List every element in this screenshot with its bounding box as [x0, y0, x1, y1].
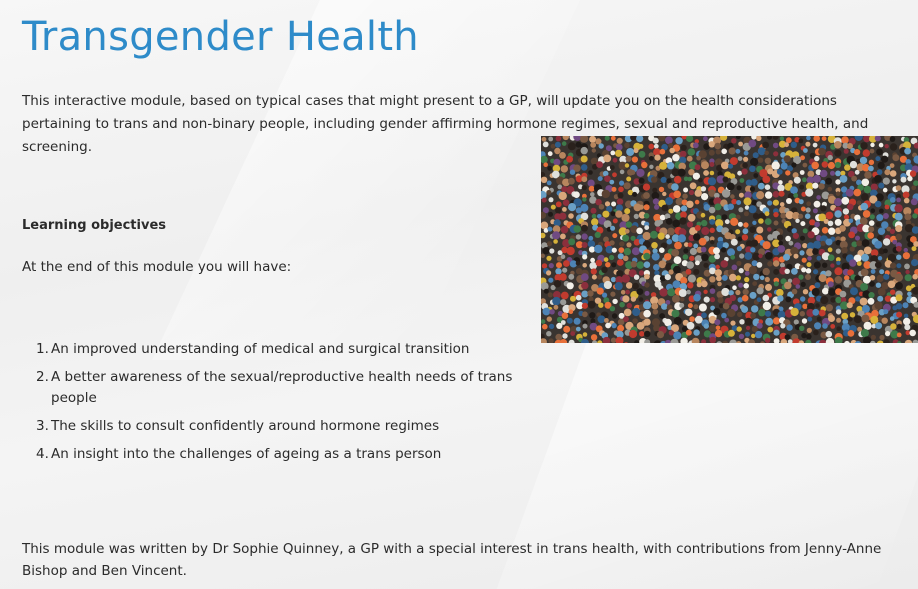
- learning-objectives-intro: At the end of this module you will have:: [22, 259, 292, 275]
- learning-objectives-heading: Learning objectives: [22, 218, 166, 233]
- objective-text: An insight into the challenges of ageing…: [51, 446, 442, 462]
- objective-item: 1. An improved understanding of medical …: [36, 339, 516, 360]
- module-content: Transgender Health This interactive modu…: [0, 0, 918, 589]
- objective-text: An improved understanding of medical and…: [51, 341, 470, 357]
- objective-number: 3.: [36, 418, 49, 434]
- objective-item: 4. An insight into the challenges of age…: [36, 444, 516, 465]
- learning-objectives-list: 1. An improved understanding of medical …: [36, 339, 516, 472]
- objective-number: 1.: [36, 341, 49, 357]
- objective-number: 4.: [36, 446, 49, 462]
- objective-text: A better awareness of the sexual/reprodu…: [51, 369, 513, 406]
- author-credit: This module was written by Dr Sophie Qui…: [22, 541, 882, 579]
- objective-item: 2. A better awareness of the sexual/repr…: [36, 367, 516, 409]
- page-title: Transgender Health: [22, 14, 419, 60]
- objective-item: 3. The skills to consult confidently aro…: [36, 416, 516, 437]
- crowd-aerial-image: [541, 136, 918, 343]
- objective-text: The skills to consult confidently around…: [51, 418, 440, 434]
- objective-number: 2.: [36, 369, 49, 385]
